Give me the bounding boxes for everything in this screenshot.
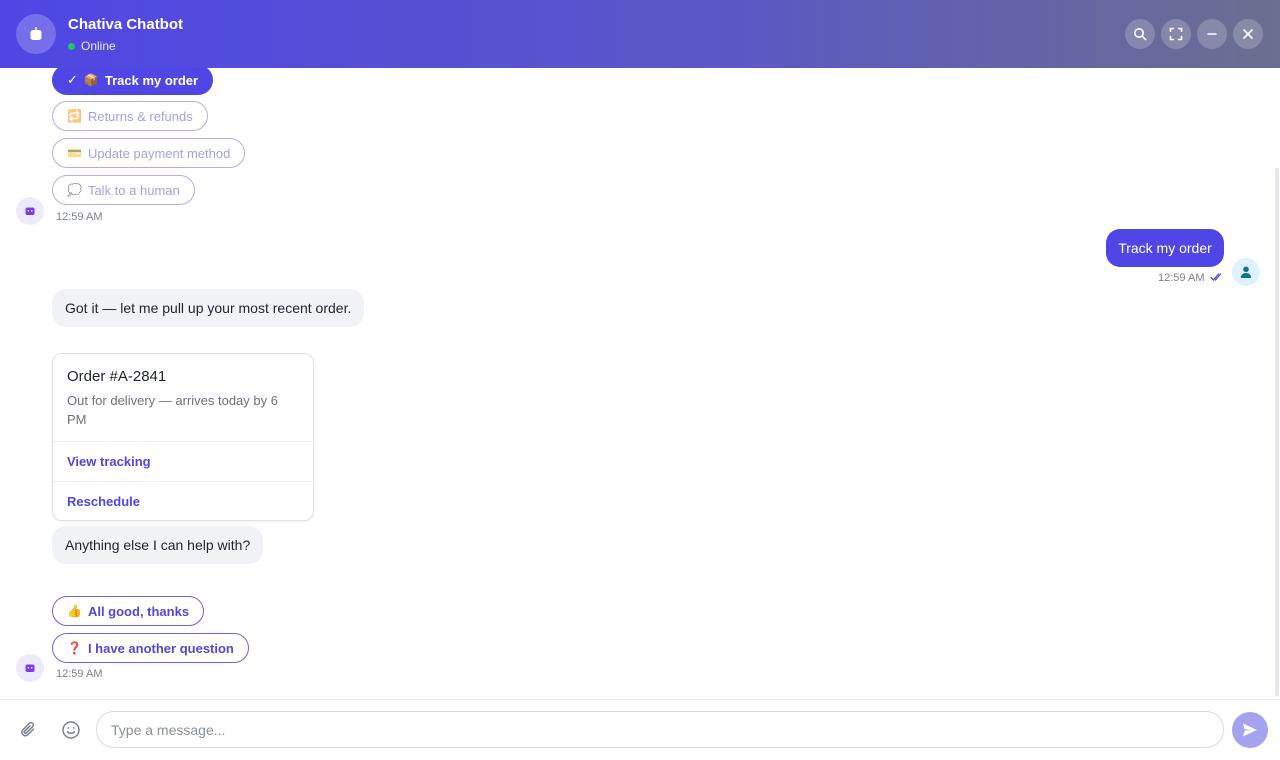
bot-avatar-small: [16, 654, 44, 682]
quick-reply-track-order[interactable]: ✓ 📦 Track my order: [52, 68, 214, 95]
bot-message: Anything else I can help with?: [52, 526, 264, 564]
robot-icon: [25, 207, 35, 215]
bot-avatar: [16, 14, 56, 54]
quick-reply-label: Track my order: [104, 72, 199, 88]
bot-message-text: Anything else I can help with?: [65, 537, 251, 553]
quick-reply-label: I have another question: [87, 640, 234, 656]
bot-message: Got it — let me pull up your most recent…: [52, 289, 365, 327]
status-indicator: Online: [68, 39, 116, 53]
paperclip-icon: [21, 721, 35, 737]
thumbs-up-icon: 👍: [67, 604, 82, 618]
order-card-subtitle: Out for delivery — arrives today by 6 PM: [67, 393, 278, 427]
user-icon: [1240, 266, 1252, 278]
quick-reply-human[interactable]: 💭 Talk to a human: [52, 175, 195, 205]
quick-reply-label: All good, thanks: [87, 603, 190, 619]
user-avatar: [1232, 258, 1260, 286]
quick-reply-payment[interactable]: 💳 Update payment method: [52, 138, 246, 168]
reschedule-button[interactable]: Reschedule: [67, 494, 140, 509]
close-button[interactable]: [1233, 19, 1263, 49]
divider: [53, 481, 313, 482]
emoji-icon: [62, 721, 80, 739]
send-button[interactable]: [1232, 712, 1268, 748]
divider: [53, 441, 313, 442]
message-timestamp: 12:59 AM: [56, 211, 103, 223]
question-mark-icon: ❓: [67, 641, 82, 655]
emoji-button[interactable]: [59, 718, 83, 742]
quick-reply-returns[interactable]: 🔁 Returns & refunds: [52, 101, 208, 131]
user-message: Track my order: [1106, 229, 1224, 267]
quick-reply-all-good[interactable]: 👍 All good, thanks: [52, 596, 205, 626]
message-composer: [0, 699, 1280, 760]
read-receipt-icon: [1210, 273, 1222, 281]
order-card: Order #A-2841 Out for delivery — arrives…: [52, 353, 314, 521]
user-message-text: Track my order: [1118, 240, 1212, 256]
fullscreen-icon: [1169, 27, 1183, 41]
chat-title: Chativa Chatbot: [68, 16, 184, 33]
online-dot: [68, 42, 75, 50]
scrollbar[interactable]: [1275, 168, 1279, 696]
chat-header: Chativa Chatbot Online: [0, 0, 1280, 68]
view-tracking-button[interactable]: View tracking: [67, 454, 151, 469]
bot-message-text: Got it — let me pull up your most recent…: [65, 300, 352, 316]
attach-button[interactable]: [17, 718, 41, 742]
minimize-button[interactable]: [1197, 19, 1227, 49]
message-list[interactable]: ✓ 📦 Track my order 🔁 Returns & refunds 💳…: [0, 68, 1280, 699]
status-text: Online: [81, 39, 116, 53]
search-button[interactable]: [1125, 19, 1155, 49]
message-timestamp: 12:59 AM: [56, 668, 103, 680]
minimize-icon: [1207, 33, 1217, 35]
message-input[interactable]: [96, 711, 1224, 748]
close-icon: [1243, 29, 1253, 39]
robot-icon: [30, 27, 42, 40]
fullscreen-button[interactable]: [1161, 19, 1191, 49]
repeat-icon: 🔁: [67, 109, 82, 123]
check-mark: ✓: [67, 72, 78, 87]
bot-avatar-small: [16, 197, 44, 225]
quick-reply-label: Update payment method: [87, 145, 231, 161]
user-message-timestamp: 12:59 AM: [1158, 272, 1205, 284]
credit-card-icon: 💳: [67, 146, 82, 160]
search-icon: [1134, 28, 1147, 41]
thought-bubble-icon: 💭: [67, 183, 82, 197]
send-icon: [1243, 723, 1257, 737]
package-icon: 📦: [83, 73, 99, 87]
quick-reply-another-question[interactable]: ❓ I have another question: [52, 633, 249, 663]
robot-icon: [25, 664, 35, 672]
quick-reply-label: Talk to a human: [87, 182, 180, 198]
quick-reply-label: Returns & refunds: [87, 108, 193, 124]
order-card-title: Order #A-2841: [67, 368, 167, 385]
